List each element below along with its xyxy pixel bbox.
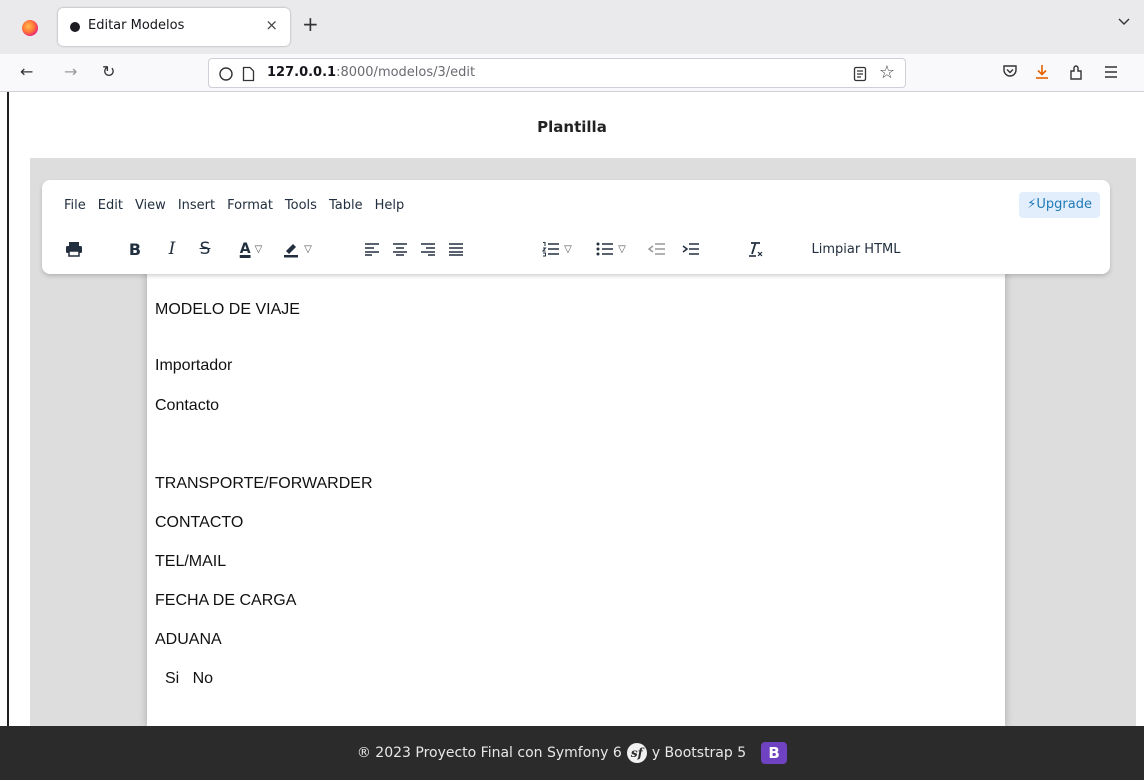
footer-text: ® 2023 Proyecto Final con Symfony 6 sf y… bbox=[356, 742, 788, 764]
chevron-down-icon: ▽ bbox=[618, 243, 626, 255]
chevron-down-icon: ▽ bbox=[304, 243, 312, 255]
menu-tools[interactable]: Tools bbox=[285, 198, 317, 213]
extensions-icon[interactable] bbox=[1068, 63, 1084, 81]
footer-bootstrap-text: y Bootstrap 5 bbox=[651, 745, 747, 761]
print-icon[interactable] bbox=[64, 234, 84, 264]
align-right-icon[interactable] bbox=[420, 234, 436, 264]
url-bar[interactable]: 127.0.0.1:8000/modelos/3/edit ☆ bbox=[208, 58, 906, 88]
window-edge bbox=[7, 92, 9, 726]
highlight-button[interactable]: ▽ bbox=[278, 234, 316, 264]
align-justify-icon[interactable] bbox=[448, 234, 464, 264]
menu-format[interactable]: Format bbox=[227, 198, 273, 213]
reader-view-icon[interactable] bbox=[853, 66, 867, 82]
clear-formatting-icon[interactable] bbox=[746, 234, 764, 264]
doc-line[interactable]: Si No bbox=[165, 670, 213, 688]
editor-menu: File Edit View Insert Format Tools Table… bbox=[64, 198, 416, 213]
align-center-icon[interactable] bbox=[392, 234, 408, 264]
back-arrow-icon[interactable]: ← bbox=[20, 62, 33, 82]
bookmark-star-icon[interactable]: ☆ bbox=[879, 62, 895, 83]
menu-view[interactable]: View bbox=[135, 198, 166, 213]
menu-edit[interactable]: Edit bbox=[98, 198, 123, 213]
firefox-logo-icon[interactable] bbox=[22, 20, 38, 36]
font-color-button[interactable]: A ▽ bbox=[234, 234, 268, 264]
menu-table[interactable]: Table bbox=[329, 198, 363, 213]
editor-toolbar: B I S A ▽ ▽ ▽ ▽ Limpiar HTML bbox=[42, 234, 1110, 264]
page-info-icon[interactable] bbox=[242, 66, 255, 82]
highlight-icon bbox=[284, 244, 299, 258]
browser-tab[interactable]: Editar Modelos × bbox=[58, 8, 290, 46]
forward-arrow-icon[interactable]: → bbox=[64, 62, 77, 82]
bullet-list-icon bbox=[596, 242, 614, 256]
outdent-icon[interactable] bbox=[648, 234, 666, 264]
symfony-logo-icon: sf bbox=[626, 743, 647, 763]
doc-line[interactable]: ADUANA bbox=[155, 631, 222, 649]
page-footer: ® 2023 Proyecto Final con Symfony 6 sf y… bbox=[0, 726, 1144, 780]
pocket-icon[interactable] bbox=[1002, 63, 1018, 79]
doc-line[interactable]: TRANSPORTE/FORWARDER bbox=[155, 475, 373, 493]
bold-icon[interactable]: B bbox=[126, 234, 144, 264]
strikethrough-icon[interactable]: S bbox=[196, 234, 214, 264]
menu-file[interactable]: File bbox=[64, 198, 86, 213]
chevron-down-icon[interactable] bbox=[1118, 15, 1130, 27]
doc-line[interactable]: Importador bbox=[155, 357, 232, 375]
hamburger-menu-icon[interactable] bbox=[1104, 66, 1118, 78]
menu-help[interactable]: Help bbox=[375, 198, 405, 213]
bullet-list-button[interactable]: ▽ bbox=[594, 234, 628, 264]
doc-line[interactable]: CONTACTO bbox=[155, 514, 243, 532]
chevron-down-icon: ▽ bbox=[254, 243, 263, 255]
align-left-icon[interactable] bbox=[364, 234, 380, 264]
chevron-down-icon: ▽ bbox=[564, 243, 572, 255]
doc-line[interactable]: Contacto bbox=[155, 397, 219, 415]
font-color-icon: A bbox=[239, 241, 251, 257]
bootstrap-logo-icon: B bbox=[761, 742, 788, 764]
tab-dot-icon bbox=[70, 22, 80, 32]
editor-header: File Edit View Insert Format Tools Table… bbox=[42, 180, 1110, 274]
doc-line[interactable]: FECHA DE CARGA bbox=[155, 592, 296, 610]
numbered-list-icon bbox=[542, 242, 560, 257]
browser-tab-bar: Editar Modelos × + bbox=[0, 0, 1144, 54]
url-text[interactable]: 127.0.0.1:8000/modelos/3/edit bbox=[267, 65, 475, 80]
new-tab-button[interactable]: + bbox=[302, 13, 319, 35]
doc-line[interactable]: TEL/MAIL bbox=[155, 553, 226, 571]
tab-title: Editar Modelos bbox=[88, 18, 185, 33]
italic-icon[interactable]: I bbox=[164, 234, 180, 264]
upgrade-button[interactable]: ⚡Upgrade bbox=[1019, 192, 1100, 218]
shield-icon[interactable] bbox=[219, 66, 233, 82]
download-icon[interactable] bbox=[1034, 63, 1050, 81]
doc-line[interactable]: MODELO DE VIAJE bbox=[155, 301, 300, 319]
menu-insert[interactable]: Insert bbox=[178, 198, 215, 213]
indent-icon[interactable] bbox=[682, 234, 700, 264]
footer-copyright: ® 2023 Proyecto Final con Symfony 6 bbox=[356, 745, 622, 761]
tab-close-icon[interactable]: × bbox=[265, 16, 278, 34]
browser-nav-bar: ← → ↻ 127.0.0.1:8000/modelos/3/edit ☆ bbox=[0, 54, 1144, 92]
clean-html-button[interactable]: Limpiar HTML bbox=[808, 234, 904, 264]
reload-icon[interactable]: ↻ bbox=[102, 62, 115, 82]
editor-document[interactable]: MODELO DE VIAJE Importador Contacto TRAN… bbox=[147, 270, 1005, 726]
numbered-list-button[interactable]: ▽ bbox=[540, 234, 574, 264]
page-title: Plantilla bbox=[537, 118, 607, 136]
